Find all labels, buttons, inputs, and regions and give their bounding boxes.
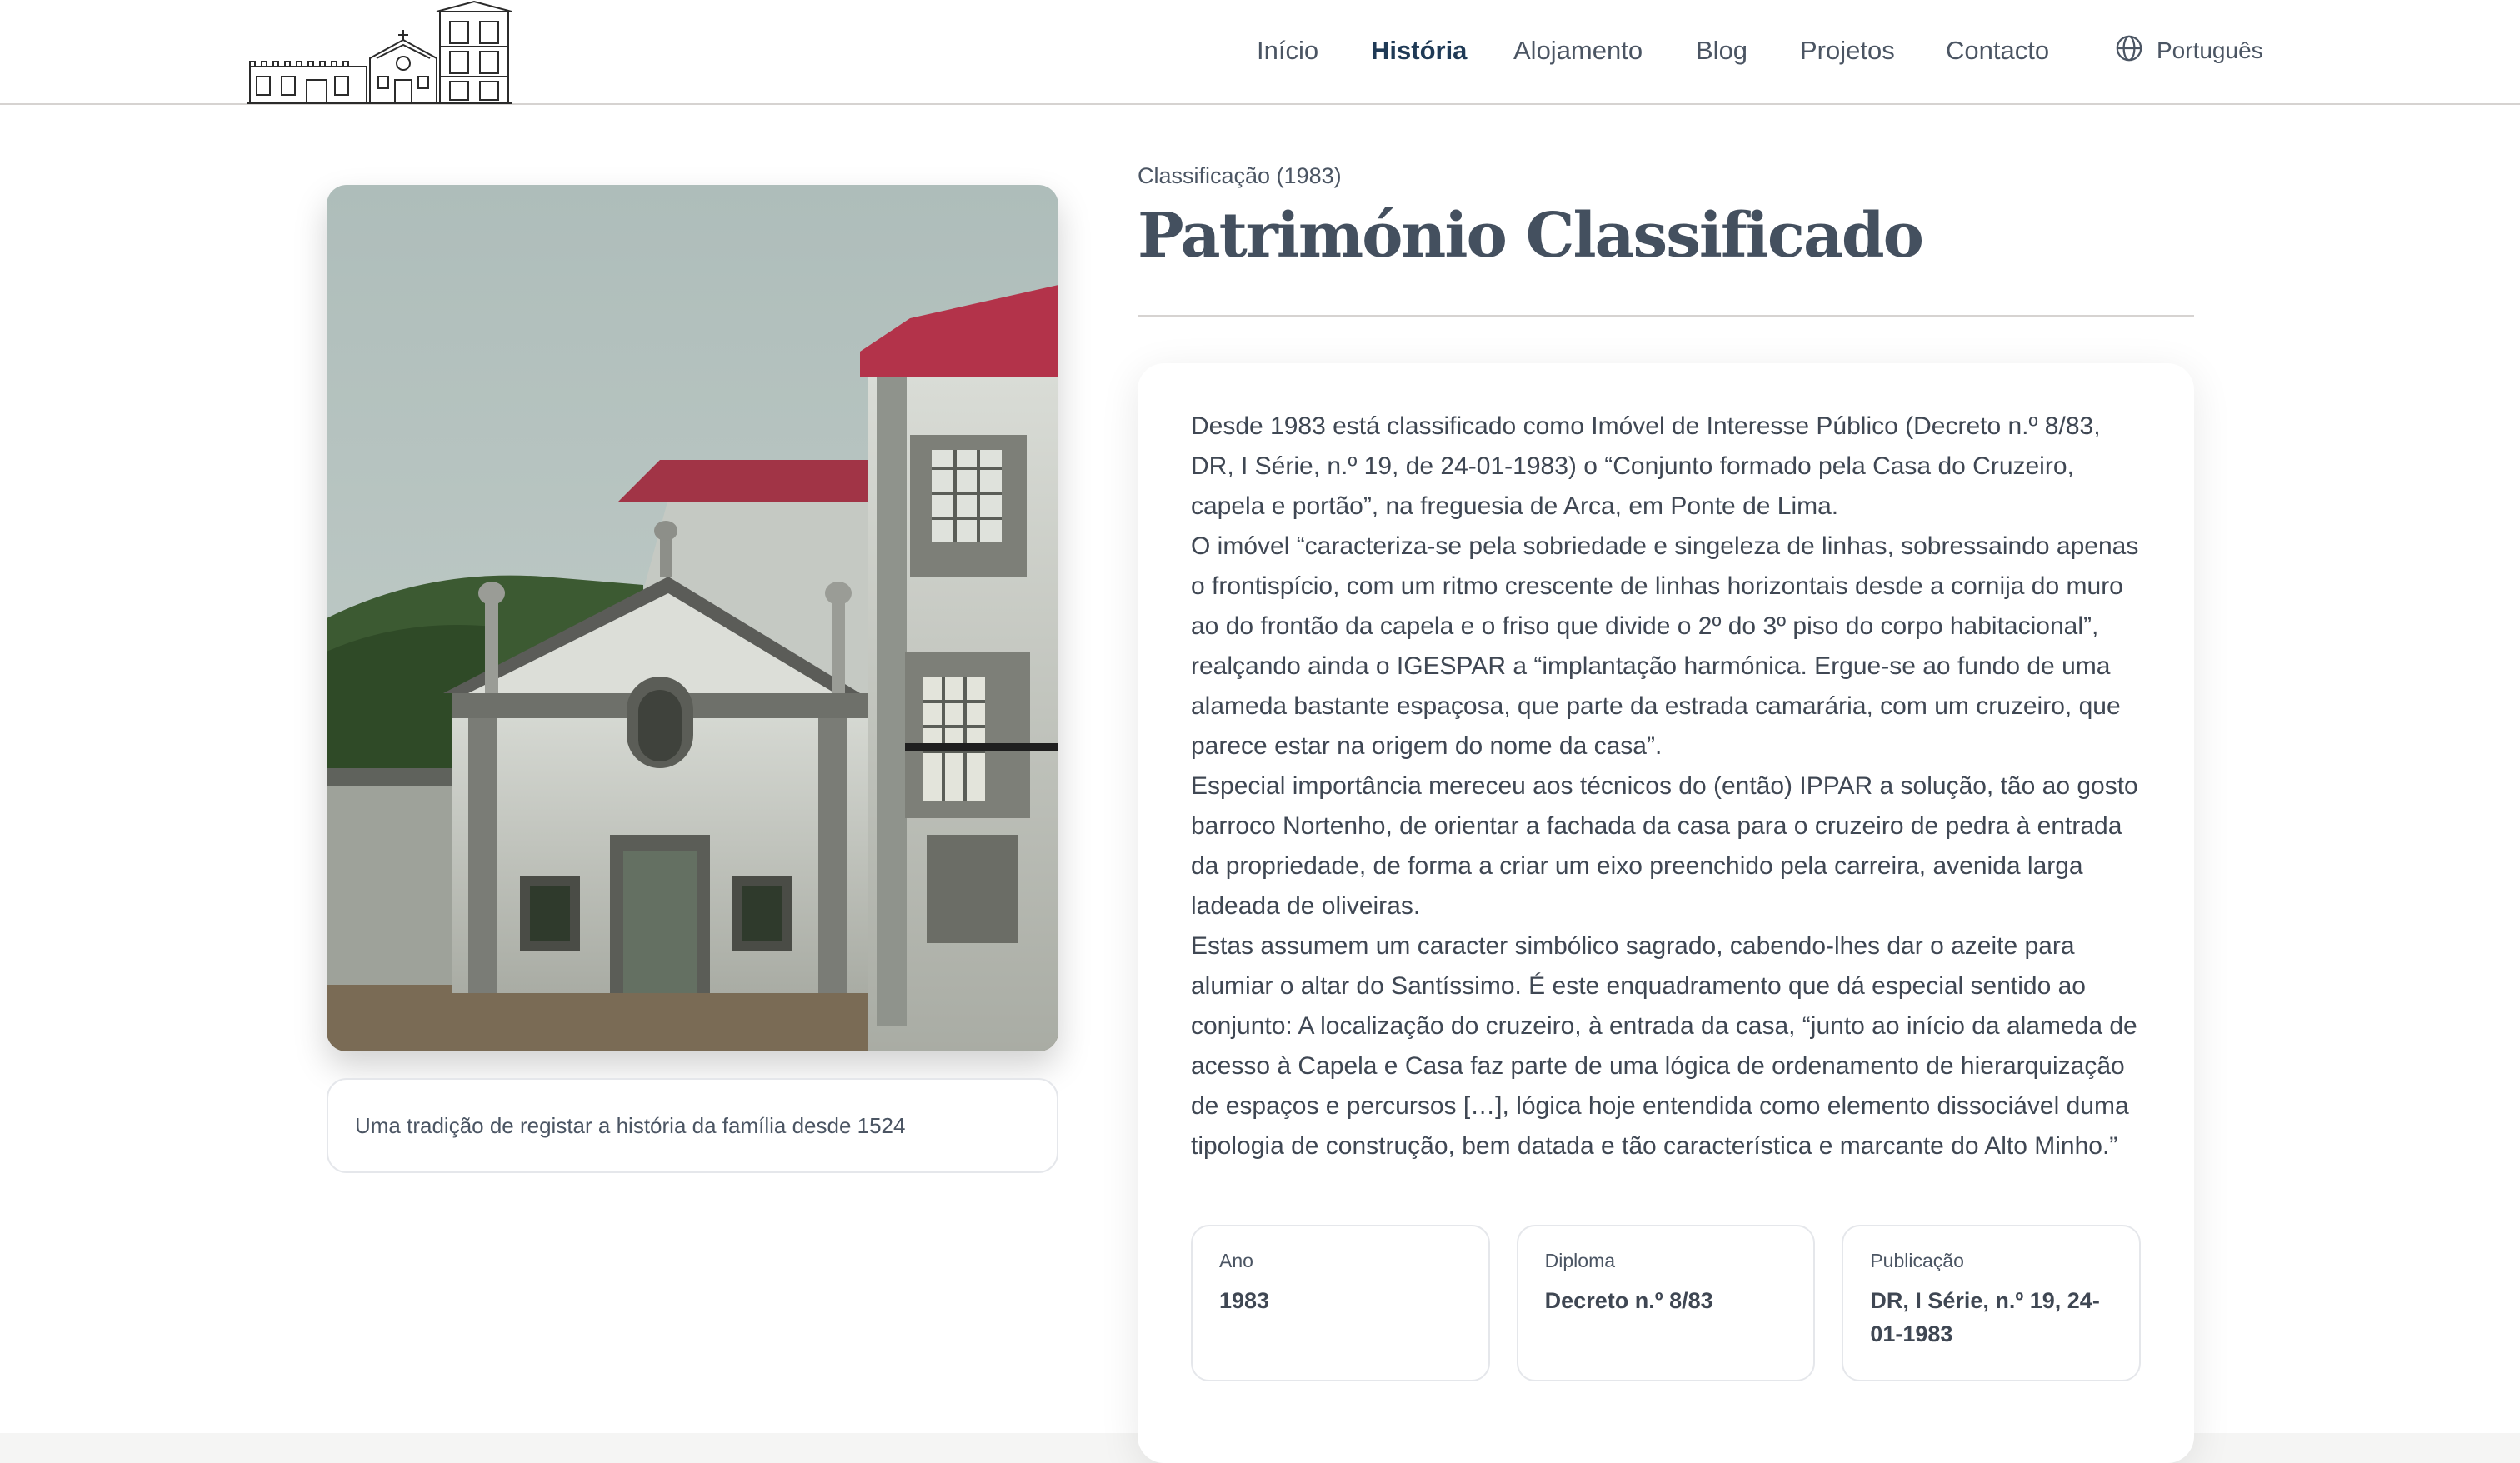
fact-label: Publicação: [1870, 1250, 1964, 1271]
site-header: Início História Alojamento Blog Projetos…: [0, 0, 2520, 105]
fact-label: Diploma: [1544, 1250, 1616, 1271]
nav-item-contacto[interactable]: Contacto: [1946, 32, 2049, 70]
nav-item-projetos[interactable]: Projetos: [1800, 32, 1895, 70]
fact-card-diploma: Diploma Decreto n.º 8/83: [1516, 1225, 1816, 1381]
nav-item-alojamento[interactable]: Alojamento: [1513, 32, 1642, 70]
paragraph: O imóvel “caracteriza-se pela sobriedade…: [1191, 532, 2139, 760]
language-label: Português: [2157, 37, 2263, 63]
paragraph: Especial importância mereceu aos técnico…: [1191, 772, 2138, 920]
fact-value: DR, I Série, n.º 19, 24-01-1983: [1870, 1288, 2100, 1346]
facts-row: Ano 1983 Diploma Decreto n.º 8/83 Public…: [1191, 1225, 2142, 1381]
language-selector[interactable]: Português: [2115, 32, 2263, 70]
title-divider: [1138, 315, 2194, 317]
paragraph: Estas assumem um caracter simbólico sagr…: [1191, 932, 2138, 1160]
fact-card-ano: Ano 1983: [1191, 1225, 1490, 1381]
main-nav: Início História Alojamento Blog Projetos…: [0, 0, 2520, 103]
photo-caption: Uma tradição de registar a história da f…: [327, 1078, 1058, 1173]
fact-value: 1983: [1219, 1288, 1270, 1313]
fact-label: Ano: [1219, 1250, 1253, 1271]
nav-item-historia[interactable]: História: [1371, 32, 1467, 70]
nav-item-blog[interactable]: Blog: [1696, 32, 1748, 70]
fact-value: Decreto n.º 8/83: [1544, 1288, 1713, 1313]
page-title: Património Classificado: [1138, 200, 1924, 272]
section-eyebrow: Classificação (1983): [1138, 163, 1342, 188]
nav-item-inicio[interactable]: Início: [1257, 32, 1318, 70]
globe-icon: [2115, 34, 2143, 68]
historic-chapel-photo: [327, 185, 1058, 1051]
content-card: Desde 1983 está classificado como Imóvel…: [1138, 363, 2194, 1463]
paragraph: Desde 1983 está classificado como Imóvel…: [1191, 412, 2101, 520]
fact-card-publicacao: Publicação DR, I Série, n.º 19, 24-01-19…: [1842, 1225, 2142, 1381]
photo-caption-text: Uma tradição de registar a história da f…: [355, 1112, 906, 1138]
